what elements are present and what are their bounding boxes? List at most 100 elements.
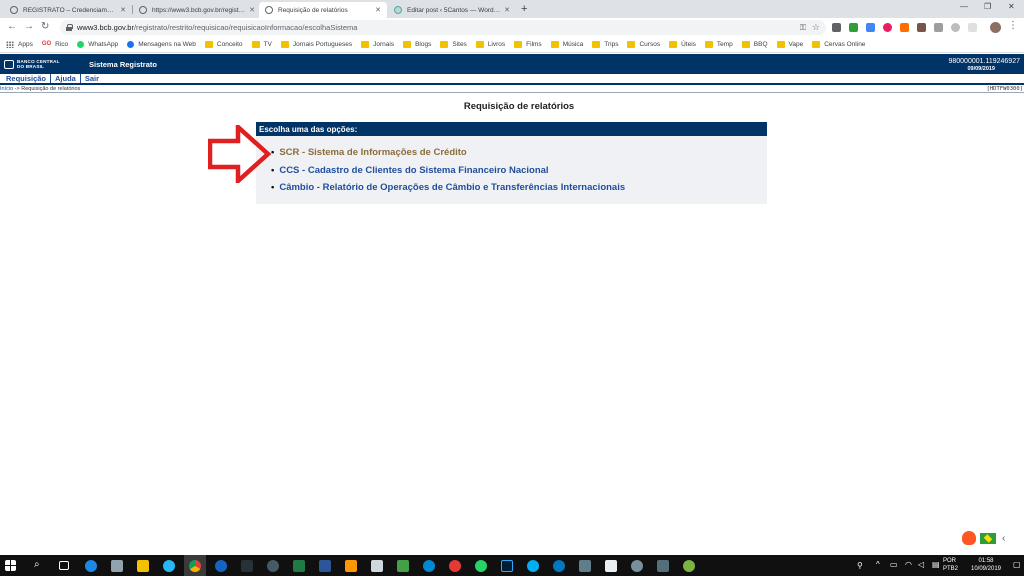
bookmark-folder-sites[interactable]: Sites [440,41,467,48]
windows-start-icon[interactable] [5,560,16,571]
option-ccs[interactable]: • CCS - Cadastro de Clientes do Sistema F… [271,165,549,176]
menu-ajuda[interactable]: Ajuda [55,74,81,83]
bookmark-folder-jornais-portugueses[interactable]: Jornais Portugueses [280,41,352,48]
bookmark-folder-trips[interactable]: Trips [592,41,618,48]
volume-icon[interactable]: ◁ [918,560,924,569]
tab-registrato-credenciamento[interactable]: REGISTRATO – Credenciamento e... ✕ [4,2,132,18]
bookmark-mensagens[interactable]: Mensagens na Web [127,41,196,48]
restore-button[interactable]: ❐ [984,2,991,11]
bookmark-folder-livros[interactable]: Livros [475,41,506,48]
key-icon[interactable]: ⚿ [800,23,806,33]
leaf-app-icon[interactable] [683,560,695,572]
bookmark-rico[interactable]: GO Rico [42,41,68,48]
rocket-extension-icon[interactable] [832,23,841,32]
bookmark-folder-tv[interactable]: TV [251,41,272,48]
input-language-line1[interactable]: POR [943,558,956,564]
minimize-button[interactable]: — [960,2,968,11]
bookmark-folder-cursos[interactable]: Cursos [627,41,660,48]
new-tab-button[interactable]: + [521,3,527,15]
excel-icon[interactable] [293,560,305,572]
word-icon[interactable] [319,560,331,572]
internet-explorer-icon[interactable] [215,560,227,572]
telegram-icon[interactable] [163,560,175,572]
tray-chevron-icon[interactable]: ^ [876,560,880,569]
brown-extension-icon[interactable] [917,23,926,32]
option-cambio[interactable]: • Câmbio - Relatório de Operações de Câmb… [271,182,625,193]
tab-bcb-url[interactable]: https://www3.bcb.gov.br/registrat... ✕ [133,2,261,18]
chart-extension-icon[interactable] [934,23,943,32]
tab-requisicao-relatorios[interactable]: Requisição de relatórios ✕ [259,2,387,18]
vpn-app-icon[interactable] [423,560,435,572]
people-icon[interactable]: ⚲ [857,561,863,570]
close-window-button[interactable]: ✕ [1008,2,1015,11]
whatsapp-taskbar-icon[interactable] [475,560,487,572]
close-tab-icon[interactable]: ✕ [375,6,381,14]
browser-menu-icon[interactable]: ⋮ [1008,20,1018,31]
sync-app-icon[interactable] [267,560,279,572]
gray-extension-icon[interactable] [968,23,977,32]
input-language-line2[interactable]: PTB2 [943,566,958,572]
flag-extension-icon[interactable] [849,23,858,32]
close-tab-icon[interactable]: ✕ [249,6,255,14]
bookmark-folder-bbq[interactable]: BBQ [741,41,768,48]
document-app-icon[interactable] [605,560,617,572]
bcb-logo[interactable]: BANCO CENTRAL DO BRASIL [4,59,60,69]
network-icon[interactable]: ▭ [890,560,898,569]
library-app-icon[interactable] [657,560,669,572]
bookmark-folder-jornais[interactable]: Jornais [361,41,394,48]
task-view-icon[interactable] [59,561,69,570]
bookmark-whatsapp[interactable]: WhatsApp [77,41,118,48]
gray-circle-extension-icon[interactable] [951,23,960,32]
bookmark-apps[interactable]: Apps [6,41,33,48]
close-tab-icon[interactable]: ✕ [120,6,126,14]
notification-center-icon[interactable]: ▢ [1013,560,1021,569]
profile-avatar[interactable] [990,22,1001,33]
bookmark-folder-temp[interactable]: Temp [704,41,733,48]
file-explorer-icon[interactable] [137,560,149,572]
orange-extension-icon[interactable] [900,23,909,32]
option-scr[interactable]: • SCR - Sistema de Informações de Crédito [271,147,467,158]
bookmark-folder-films[interactable]: Films [514,41,542,48]
chrome-icon[interactable] [189,560,201,572]
back-button[interactable]: ← [7,21,17,32]
red-app-icon[interactable] [449,560,461,572]
clock-time[interactable]: 01:58 [967,558,1005,564]
monitor-app-icon[interactable] [579,560,591,572]
bookmark-star-icon[interactable]: ☆ [812,22,820,33]
reload-button[interactable]: ↻ [41,21,49,32]
close-tab-icon[interactable]: ✕ [504,6,510,14]
translate-extension-icon[interactable] [866,23,875,32]
tab-editar-post[interactable]: Editar post ‹ 5Cantos — WordPr... ✕ [388,2,516,18]
menu-requisicao[interactable]: Requisição [6,74,52,83]
minus-app-icon[interactable] [553,560,565,572]
instagram-extension-icon[interactable] [883,23,892,32]
folder-icon [403,41,412,48]
bookmark-folder-musica[interactable]: Música [550,41,583,48]
clock-date[interactable]: 10/09/2019 [962,566,1010,572]
bookmark-folder-cervas-online[interactable]: Cervas Online [812,41,865,48]
forward-button[interactable]: → [24,21,34,32]
bookmark-folder-vape[interactable]: Vape [776,41,803,48]
bookmark-folder-conceito[interactable]: Conceito [204,41,243,48]
chevron-left-icon[interactable]: ‹ [1002,533,1005,544]
folder-icon [204,41,213,48]
keyboard-icon[interactable]: ▤ [932,560,940,569]
photoshop-icon[interactable] [501,560,513,572]
globe-app-icon[interactable] [631,560,643,572]
brazil-flag-icon[interactable] [980,532,996,544]
search-icon[interactable]: ⌕ [34,559,40,570]
address-bar[interactable]: www3.bcb.gov.br/registrato/restrito/requ… [60,20,826,35]
photo-app-icon[interactable] [345,560,357,572]
edge-legacy-icon[interactable] [85,560,97,572]
bookmark-folder-uteis[interactable]: Úteis [669,41,696,48]
terminal-icon[interactable] [241,560,253,572]
flame-icon[interactable] [962,531,976,545]
wifi-icon[interactable]: ◠ [905,560,912,569]
remote-desktop-icon[interactable] [111,560,123,572]
menu-sair[interactable]: Sair [85,74,103,83]
bookmark-folder-blogs[interactable]: Blogs [403,41,431,48]
calculator-icon[interactable] [371,560,383,572]
bookmark-label: Livros [487,41,506,48]
green-app-icon[interactable] [397,560,409,572]
skype-icon[interactable] [527,560,539,572]
